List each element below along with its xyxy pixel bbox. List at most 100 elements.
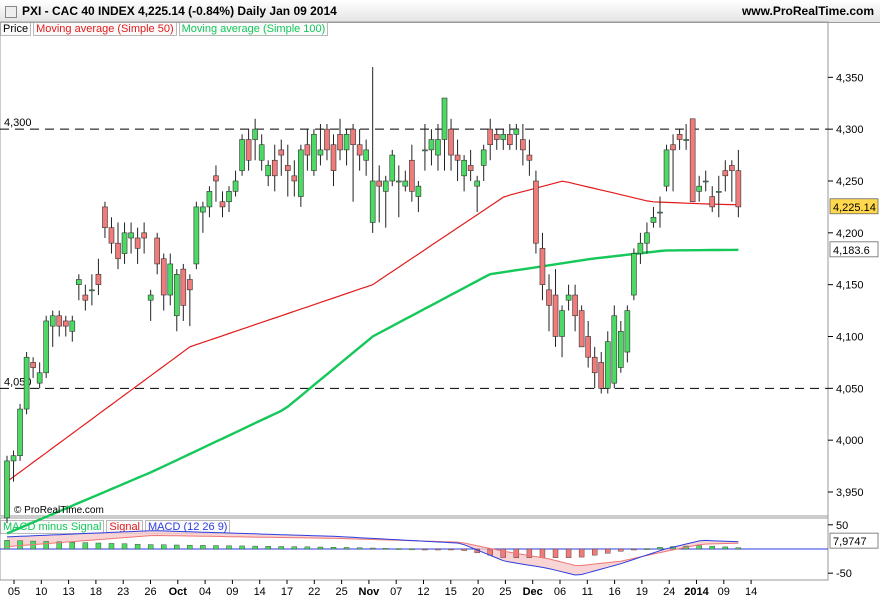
macd-hist-92 <box>605 548 611 554</box>
macd-hist-60 <box>396 548 402 550</box>
x-tick-label-18: 25 <box>499 586 511 598</box>
ma100-line <box>6 248 739 535</box>
candle-75 <box>493 134 500 140</box>
candle-106 <box>696 185 702 192</box>
candle-52 <box>343 134 350 151</box>
candle-37 <box>245 139 252 161</box>
macd-hist-44 <box>291 546 298 550</box>
x-tick-label-26: 09 <box>718 586 730 598</box>
candle-102 <box>670 144 676 151</box>
candle-84 <box>552 294 559 337</box>
candle-2 <box>17 408 23 457</box>
macd-hist-0 <box>4 540 10 550</box>
macd-hist-86 <box>565 548 572 558</box>
candle-47 <box>311 134 317 171</box>
candle-19 <box>128 232 134 239</box>
macd-hist-68 <box>448 548 454 551</box>
candle-63 <box>415 185 422 197</box>
candle-29 <box>193 206 200 265</box>
candle-73 <box>480 149 487 166</box>
candle-70 <box>461 159 467 177</box>
candle-50 <box>330 144 337 171</box>
macd-hist-54 <box>356 547 363 550</box>
candle-71 <box>467 165 474 171</box>
macd-hist-96 <box>631 548 637 551</box>
x-tick-label-17: 20 <box>472 586 484 598</box>
candle-5 <box>36 372 43 384</box>
candle-21 <box>141 232 147 239</box>
candle-11 <box>76 279 82 285</box>
macd-hist-52 <box>343 547 350 550</box>
watermark: © ProRealTime.com <box>14 505 104 516</box>
candle-32 <box>213 175 219 182</box>
candle-20 <box>134 237 141 249</box>
candle-77 <box>507 134 513 146</box>
candle-80 <box>526 154 533 161</box>
candle-91 <box>598 362 605 389</box>
candle-88 <box>578 310 585 348</box>
candle-61 <box>402 180 409 187</box>
candle-31 <box>206 191 213 208</box>
candle-49 <box>324 128 330 151</box>
candle-14 <box>95 273 102 285</box>
candle-66 <box>435 139 441 156</box>
candle-13 <box>89 289 95 292</box>
candle-33 <box>219 201 226 208</box>
x-tick-label-19: Dec <box>523 586 543 598</box>
candle-85 <box>559 310 565 337</box>
candle-94 <box>618 331 624 368</box>
macd-hist-50 <box>330 547 337 550</box>
candle-4 <box>30 362 36 368</box>
x-tick-label-2: 13 <box>62 586 74 598</box>
macd-hist-12 <box>82 542 89 550</box>
macd-hist-106 <box>696 545 702 550</box>
candle-95 <box>624 310 631 353</box>
candle-65 <box>428 139 435 151</box>
candle-23 <box>154 237 160 265</box>
macd-hist-90 <box>592 548 598 556</box>
macd-hist-70 <box>461 548 467 551</box>
candle-97 <box>637 242 644 254</box>
candle-99 <box>650 216 657 223</box>
candle-38 <box>252 128 258 140</box>
candle-53 <box>350 128 356 146</box>
candle-25 <box>167 263 174 296</box>
x-tick-label-25: 2014 <box>684 586 709 598</box>
macd-hist-46 <box>304 546 311 550</box>
candle-101 <box>663 149 670 187</box>
x-tick-label-9: 14 <box>254 586 266 598</box>
candle-103 <box>676 134 683 140</box>
macd-hist-36 <box>239 545 245 550</box>
x-tick-label-1: 10 <box>35 586 47 598</box>
candle-54 <box>356 144 363 156</box>
candle-10 <box>69 320 76 332</box>
hline-label-0: 4,300 <box>4 117 32 129</box>
candle-46 <box>304 144 311 156</box>
candle-41 <box>271 159 278 177</box>
candle-8 <box>56 315 63 327</box>
x-tick-label-13: Nov <box>359 586 381 598</box>
macd-hist-58 <box>383 548 389 550</box>
x-tick-label-4: 23 <box>117 586 129 598</box>
candle-60 <box>395 180 402 183</box>
macd-hist-108 <box>709 545 715 550</box>
x-tick-label-21: 11 <box>582 586 593 598</box>
candle-92 <box>604 341 611 389</box>
chart-svg: 4,3004,050 3,9504,0004,0504,1004,1504,20… <box>0 21 879 598</box>
macd-hist-94 <box>618 548 624 552</box>
candle-93 <box>611 315 618 384</box>
candle-3 <box>23 356 30 410</box>
candle-105 <box>689 118 696 203</box>
macd-hist-34 <box>226 545 232 550</box>
macd-hist-100 <box>657 547 663 550</box>
candle-36 <box>239 139 245 171</box>
macd-hist-2 <box>17 540 23 550</box>
candle-78 <box>513 128 520 135</box>
x-tick-label-23: 19 <box>636 586 648 598</box>
y-tick-label-2: 4,050 <box>836 383 864 395</box>
y-tick-label-7: 4,300 <box>836 124 864 136</box>
candle-16 <box>108 227 115 244</box>
macd-hist-76 <box>500 548 506 558</box>
candle-6 <box>43 320 49 374</box>
candle-12 <box>82 294 89 301</box>
